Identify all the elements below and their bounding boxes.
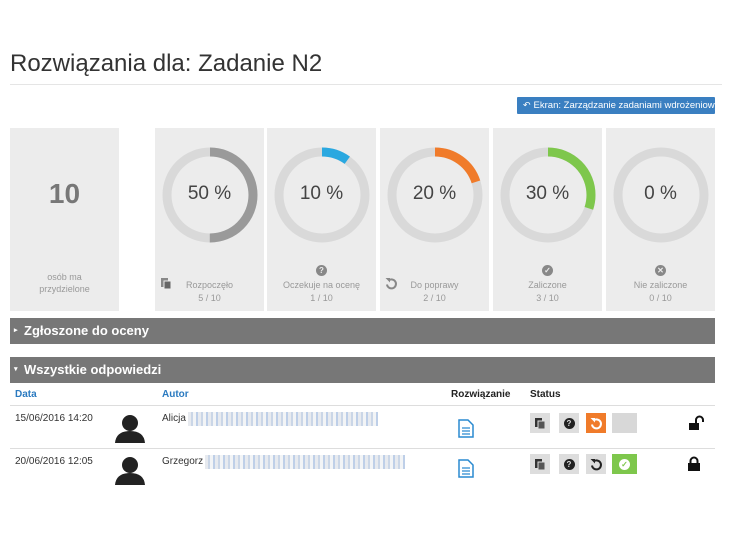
stat-percent: 20 % [412, 183, 457, 204]
stat-percent: 0 % [644, 183, 677, 204]
status-started-button[interactable] [530, 413, 550, 433]
status-to-fix-button[interactable] [586, 413, 606, 433]
check-icon: ✓ [542, 265, 553, 276]
stat-card-awaiting: 10 % ? Oczekuje na ocenę 1 / 10 [267, 128, 376, 311]
status-passed-button[interactable]: ✓ [612, 454, 637, 474]
stat-percent: 10 % [299, 183, 344, 204]
stat-count: 3 / 10 [536, 293, 559, 303]
undo-icon [590, 458, 602, 470]
stat-card-failed: 0 % ✕ Nie zaliczone 0 / 10 [606, 128, 715, 311]
question-icon: ? [563, 458, 575, 470]
caret-down-icon: ▾ [14, 366, 18, 373]
redacted-name [205, 455, 405, 469]
page: Rozwiązania dla: Zadanie N2 ↶ Ekran: Zarz… [0, 0, 730, 535]
assigned-card: 10 osób ma przydzielone [10, 128, 119, 311]
section-title: Zgłoszone do oceny [24, 323, 149, 338]
copy-icon [535, 417, 546, 429]
stat-label: Zaliczone [528, 280, 567, 290]
stat-card-to-fix: 20 % Do poprawy 2 / 10 [380, 128, 489, 311]
stat-count: 0 / 10 [649, 293, 672, 303]
stat-percent: 50 % [187, 183, 232, 204]
undo-icon [590, 417, 602, 429]
stat-card-passed: 30 % ✓ Zaliczone 3 / 10 [493, 128, 602, 311]
row-divider [10, 448, 715, 449]
section-submitted-toggle[interactable]: ▸ Zgłoszone do oceny [10, 318, 715, 344]
section-all-toggle[interactable]: ▾ Wszystkie odpowiedzi [10, 357, 715, 383]
stat-count: 2 / 10 [423, 293, 446, 303]
title-divider [10, 84, 722, 85]
back-arrow-icon: ↶ [523, 100, 531, 110]
avatar [115, 415, 145, 443]
column-header-solution: Rozwiązanie [451, 389, 511, 400]
copy-icon [535, 458, 546, 470]
cross-icon: ✕ [655, 265, 666, 276]
status-to-fix-button[interactable] [586, 454, 606, 474]
row-author: Alicja [162, 413, 186, 424]
row-author: Grzegorz [162, 456, 204, 467]
stat-count: 1 / 10 [310, 293, 333, 303]
caret-right-icon: ▸ [14, 327, 18, 334]
column-header-date[interactable]: Data [15, 389, 37, 400]
assigned-count: 10 [48, 178, 81, 209]
stat-label: Do poprawy [410, 280, 459, 290]
row-date: 15/06/2016 14:20 [15, 413, 93, 424]
back-to-tasks-button[interactable]: ↶ Ekran: Zarządzanie zadaniami wdrożeniow… [517, 97, 729, 114]
stat-card-started: 50 % Rozpoczęło 5 / 10 [155, 128, 264, 311]
section-title: Wszystkie odpowiedzi [24, 362, 162, 377]
status-awaiting-button[interactable]: ? [559, 454, 579, 474]
lock-icon[interactable] [686, 456, 702, 472]
assigned-label: osób ma przydzielone [39, 272, 90, 294]
check-icon: ✓ [619, 458, 630, 470]
row-date: 20/06/2016 12:05 [15, 456, 93, 467]
stat-percent: 30 % [525, 183, 570, 204]
status-started-button[interactable] [530, 454, 550, 474]
redacted-name [188, 412, 378, 426]
status-passed-button[interactable] [612, 413, 637, 433]
question-icon: ? [563, 417, 575, 429]
avatar [115, 457, 145, 485]
column-header-author[interactable]: Autor [162, 389, 189, 400]
column-header-status: Status [530, 389, 561, 400]
unlock-icon[interactable] [688, 415, 704, 431]
page-title: Rozwiązania dla: Zadanie N2 [10, 50, 323, 77]
stat-label: Oczekuje na ocenę [282, 280, 361, 290]
document-icon[interactable] [458, 419, 474, 438]
back-button-label: Ekran: Zarządzanie zadaniami wdrożeniowy… [533, 100, 730, 111]
stat-label: Nie zaliczone [633, 280, 688, 290]
header-divider [10, 405, 715, 406]
stat-count: 5 / 10 [198, 293, 221, 303]
document-icon[interactable] [458, 459, 474, 478]
question-icon: ? [316, 265, 327, 276]
stat-label: Rozpoczęło [185, 280, 234, 290]
status-awaiting-button[interactable]: ? [559, 413, 579, 433]
